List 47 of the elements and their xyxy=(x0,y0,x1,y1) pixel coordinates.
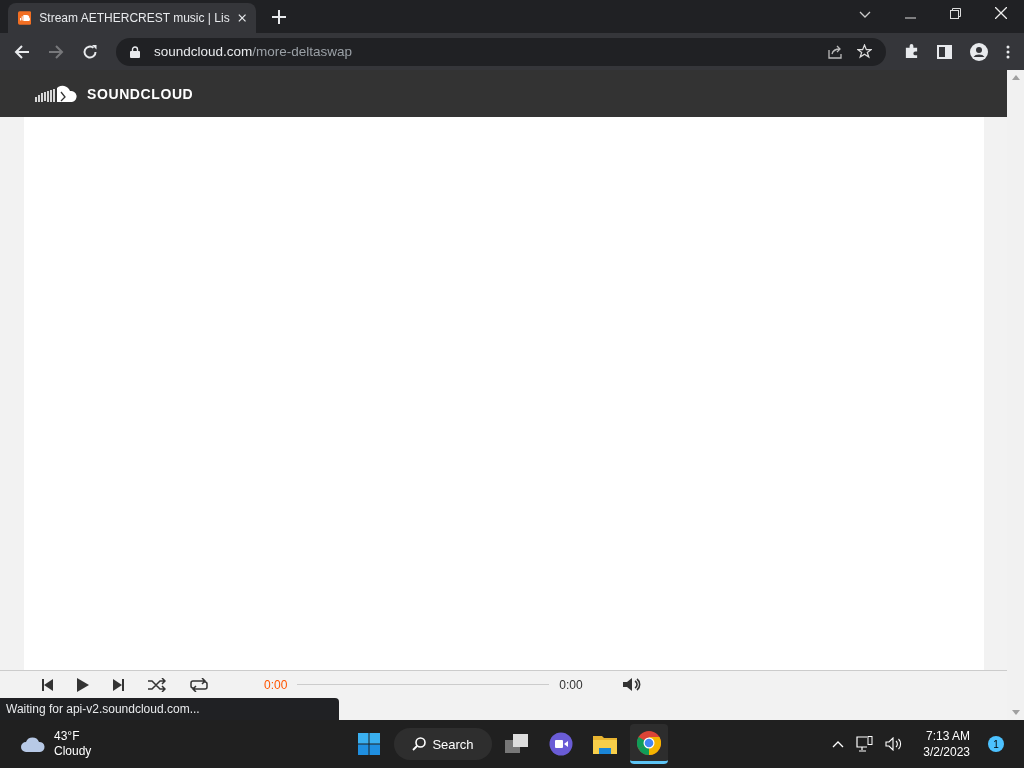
skip-forward-icon[interactable] xyxy=(113,678,124,691)
chrome-button[interactable] xyxy=(630,724,668,764)
video-chat-icon xyxy=(549,732,573,756)
soundcloud-logo[interactable]: SOUNDCLOUD xyxy=(35,83,194,104)
repeat-icon[interactable] xyxy=(190,677,208,692)
profile-icon[interactable] xyxy=(970,42,988,61)
cloud-icon xyxy=(20,736,46,752)
folder-icon xyxy=(593,734,617,754)
windows-logo-icon xyxy=(358,733,380,755)
clock[interactable]: 7:13 AM 3/2/2023 xyxy=(923,728,970,760)
url-path: /more-deltaswap xyxy=(252,44,353,59)
close-icon[interactable] xyxy=(237,13,246,23)
share-icon[interactable] xyxy=(828,44,843,59)
speaker-icon[interactable] xyxy=(622,677,641,692)
chevron-up-icon[interactable] xyxy=(832,740,845,748)
weather-condition: Cloudy xyxy=(54,744,92,759)
play-icon[interactable] xyxy=(77,677,89,692)
status-tooltip: Waiting for api-v2.soundcloud.com... xyxy=(0,698,339,720)
search-icon xyxy=(412,737,427,751)
soundcloud-favicon-icon xyxy=(18,10,32,26)
menu-icon[interactable] xyxy=(1006,44,1010,59)
url-host: soundcloud.com xyxy=(154,44,253,59)
network-monitor-icon[interactable] xyxy=(856,736,874,752)
stacked-windows-icon xyxy=(505,734,529,754)
search-button[interactable]: Search xyxy=(394,728,492,760)
browser-tab[interactable]: Stream AETHERCREST music | Lis xyxy=(8,3,256,33)
chrome-icon xyxy=(637,730,661,755)
chevron-down-icon[interactable] xyxy=(859,11,871,19)
skip-back-icon[interactable] xyxy=(42,678,53,691)
close-icon[interactable] xyxy=(995,7,1007,19)
elapsed-time: 0:00 xyxy=(264,677,288,692)
back-arrow-icon[interactable] xyxy=(14,43,30,60)
duration-time: 0:00 xyxy=(559,677,583,692)
address-bar[interactable]: soundcloud.com/more-deltaswap xyxy=(116,37,886,66)
speaker-icon[interactable] xyxy=(885,737,904,751)
tab-title: Stream AETHERCREST music | Lis xyxy=(39,11,230,25)
reload-icon[interactable] xyxy=(82,43,98,60)
temperature: 43°F xyxy=(54,729,81,744)
shuffle-icon[interactable] xyxy=(148,677,166,692)
new-tab-icon[interactable] xyxy=(272,10,286,24)
puzzle-piece-icon[interactable] xyxy=(904,44,919,59)
notification-badge[interactable]: 1 xyxy=(988,736,1004,752)
forward-arrow-icon[interactable] xyxy=(48,43,64,60)
lock-icon xyxy=(130,45,140,58)
restore-icon[interactable] xyxy=(950,8,961,19)
star-icon[interactable] xyxy=(857,44,872,59)
side-panel-icon[interactable] xyxy=(937,44,952,59)
